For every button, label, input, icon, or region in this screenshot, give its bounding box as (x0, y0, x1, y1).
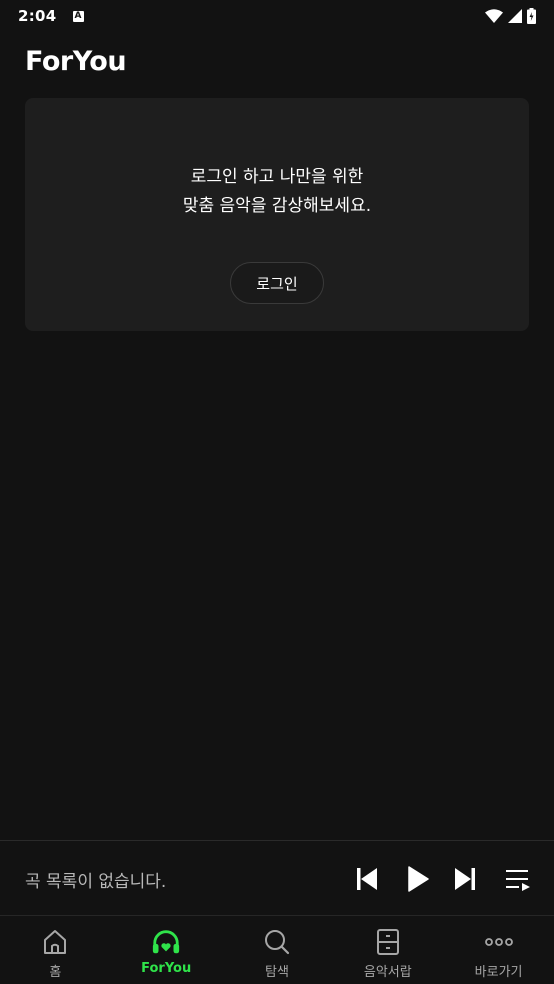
search-icon (262, 927, 292, 957)
login-prompt-card: 로그인 하고 나만을 위한 맞춤 음악을 감상해보세요. 로그인 (25, 98, 529, 331)
wifi-icon (485, 9, 503, 23)
nav-item-library[interactable]: 음악서랍 (332, 916, 443, 984)
page-title: ForYou (25, 46, 127, 77)
nav-item-home[interactable]: 홈 (0, 916, 111, 984)
nav-item-foryou[interactable]: ForYou (111, 916, 222, 984)
playlist-icon[interactable] (503, 864, 533, 894)
headphones-heart-icon (151, 927, 181, 957)
nav-item-shortcuts[interactable]: 바로가기 (443, 916, 554, 984)
empty-queue-text: 곡 목록이 없습니다. (25, 872, 167, 892)
home-icon (40, 927, 70, 957)
login-message-line2: 맞춤 음악을 감상해보세요. (182, 196, 372, 216)
nav-label-shortcuts: 바로가기 (474, 965, 523, 980)
nav-label-home: 홈 (49, 965, 62, 980)
nav-item-search[interactable]: 탐색 (222, 916, 333, 984)
signal-icon (508, 9, 522, 23)
battery-icon (527, 8, 536, 24)
notification-a-icon: A (72, 10, 84, 22)
previous-icon[interactable] (352, 864, 382, 894)
more-icon (484, 927, 514, 957)
nav-label-foryou: ForYou (141, 961, 192, 976)
nav-label-library: 음악서랍 (363, 965, 412, 980)
mini-player: 곡 목록이 없습니다. (0, 840, 554, 916)
play-icon[interactable] (403, 864, 433, 894)
nav-label-search: 탐색 (265, 965, 289, 980)
next-icon[interactable] (450, 864, 480, 894)
login-message-line1: 로그인 하고 나만을 위한 (190, 167, 364, 187)
status-time: 2:04 (18, 7, 57, 25)
drawer-icon (373, 927, 403, 957)
app-screen: 2:04 A ForYou 로그인 하고 나만을 위한 맞춤 음악을 감상해보세… (0, 0, 554, 984)
bottom-navigation: 홈 ForYou 탐색 음악서랍 바로가기 (0, 915, 554, 984)
login-button[interactable]: 로그인 (230, 262, 324, 304)
status-icons (485, 8, 536, 24)
status-bar: 2:04 A (0, 0, 554, 32)
